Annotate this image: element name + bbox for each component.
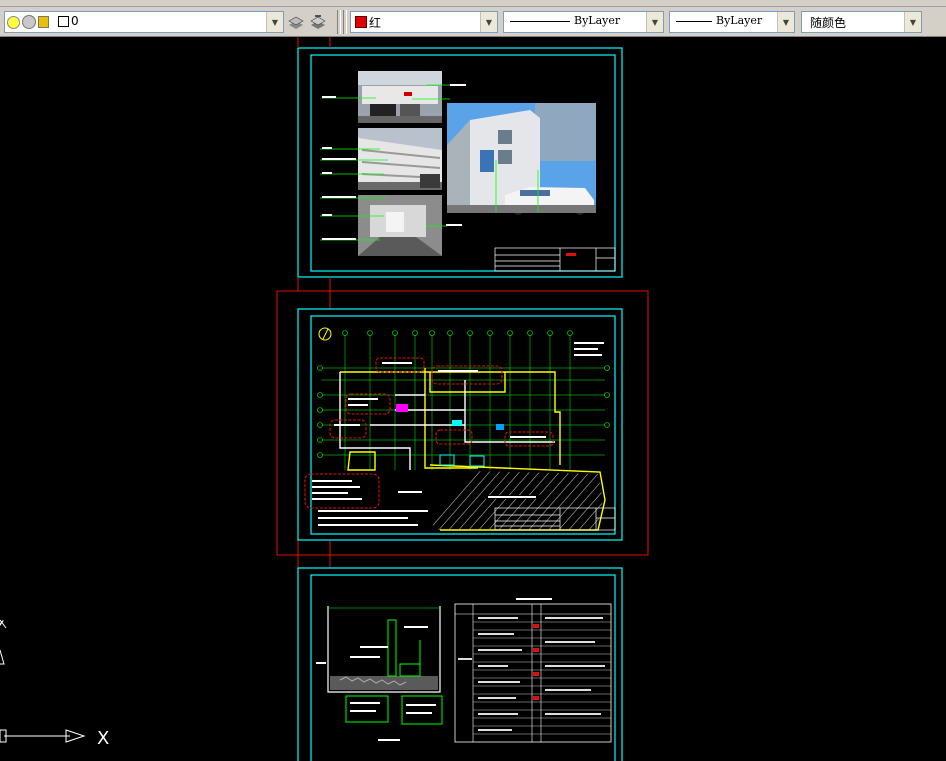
title-block: [494, 247, 616, 272]
axis-grid: [322, 335, 605, 470]
toolbar-separator: [337, 10, 341, 34]
freeze-sun-icon: [22, 15, 36, 29]
lineweight-value: ByLayer: [716, 14, 763, 27]
make-object-layer-current-icon[interactable]: [286, 12, 306, 32]
photo-gate: [358, 71, 442, 123]
color-swatch-icon: [355, 16, 367, 28]
sheet-outer-border: [297, 567, 623, 761]
linetype-dropdown[interactable]: ByLayer ▼: [503, 11, 664, 33]
selection-rectangle: [276, 290, 649, 556]
drawing-canvas[interactable]: X Y: [0, 37, 946, 761]
chevron-down-icon[interactable]: ▼: [777, 12, 794, 32]
sheet-inner-border: [310, 574, 616, 761]
layer-dropdown[interactable]: 0 ▼: [4, 11, 284, 33]
layer-name: 0: [71, 14, 79, 28]
color-value: 红: [369, 16, 382, 30]
sheet-floor-plan[interactable]: [276, 277, 650, 568]
ucs-x-label: X: [97, 728, 109, 749]
schedule-table: [454, 598, 612, 743]
chevron-down-icon[interactable]: ▼: [646, 12, 663, 32]
plotstyle-value: 随颜色: [810, 16, 847, 30]
ucs-icon: [0, 619, 86, 743]
chevron-down-icon[interactable]: ▼: [266, 12, 283, 32]
chevron-down-icon[interactable]: ▼: [904, 12, 921, 32]
toolbar-separator: [343, 10, 347, 34]
model-space: X Y: [0, 37, 650, 761]
bulb-on-icon: [7, 16, 20, 29]
linetype-value: ByLayer: [574, 14, 621, 27]
toolbar-top-strip: [0, 0, 946, 7]
lock-icon: [38, 16, 49, 28]
photo-building-front: [447, 103, 596, 215]
line-sample-icon: [676, 21, 712, 22]
building-walls: [339, 368, 606, 531]
layer-color-swatch-icon: [58, 16, 69, 27]
properties-toolbar: 0 ▼ 红 ▼ ByLayer ▼ ByLayer ▼ 随颜色 ▼: [0, 0, 946, 37]
ucs-y-label: Y: [0, 617, 4, 636]
line-sample-icon: [510, 21, 570, 22]
sheet-photos[interactable]: [297, 37, 623, 278]
photo-building-side: [358, 128, 442, 190]
lineweight-dropdown[interactable]: ByLayer ▼: [669, 11, 795, 33]
color-dropdown[interactable]: 红 ▼: [350, 11, 498, 33]
chevron-down-icon[interactable]: ▼: [480, 12, 497, 32]
sheet-detail-table[interactable]: [297, 567, 623, 761]
plotstyle-dropdown[interactable]: 随颜色 ▼: [801, 11, 922, 33]
layer-previous-icon[interactable]: [308, 12, 328, 32]
photo-interior: [358, 195, 442, 256]
revision-clouds: [304, 357, 554, 509]
detail-text-blocks: [316, 626, 436, 714]
